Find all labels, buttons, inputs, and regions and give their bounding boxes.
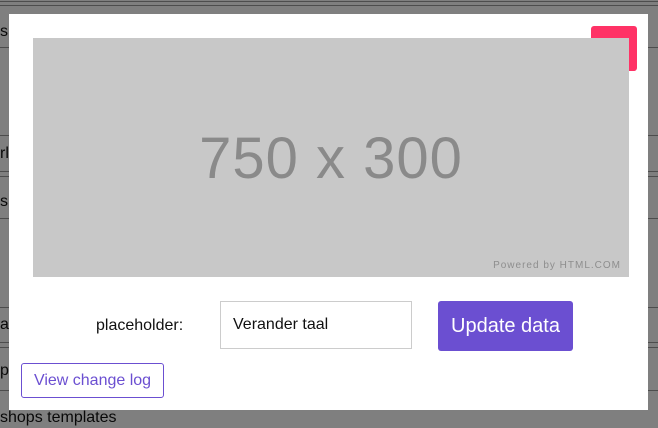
powered-by-text: Powered by HTML.COM [493,260,621,271]
modal-dialog: X 750 x 300 Powered by HTML.COM placehol… [9,14,648,410]
view-change-log-button[interactable]: View change log [21,363,164,398]
text-input[interactable] [220,301,412,349]
update-data-button[interactable]: Update data [438,301,573,351]
field-label: placeholder: [96,317,184,334]
placeholder-image: 750 x 300 Powered by HTML.COM [33,38,629,277]
image-dimensions-text: 750 x 300 [199,126,463,191]
